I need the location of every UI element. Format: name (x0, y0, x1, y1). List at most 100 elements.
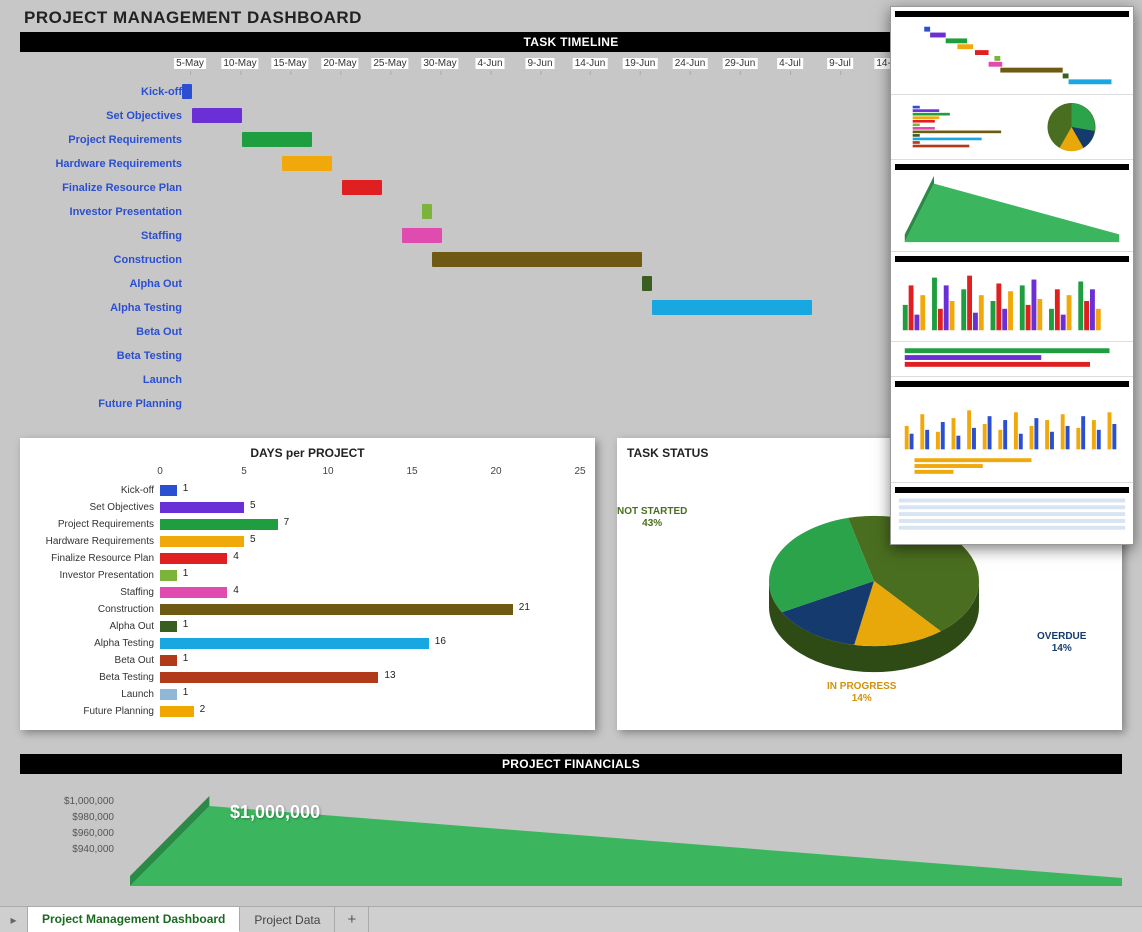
gantt-x-tick: 4-Jul (777, 58, 803, 69)
thumb-barcluster-1[interactable] (891, 251, 1133, 341)
days-bar (160, 587, 227, 598)
worksheet-tab[interactable]: Project Data (240, 907, 335, 932)
days-bar (160, 485, 177, 496)
gantt-bar (242, 132, 312, 147)
days-bar (160, 570, 177, 581)
worksheet-tab[interactable]: Project Management Dashboard (28, 907, 240, 932)
financials-y-tick: $980,000 (20, 812, 120, 828)
gantt-bar (192, 108, 242, 123)
days-row-label: Staffing (30, 587, 160, 598)
gantt-x-tick: 4-Jun (475, 58, 504, 69)
thumb-table[interactable] (891, 482, 1133, 544)
days-value-label: 1 (179, 483, 189, 494)
dashboard-thumbnail-strip[interactable] (890, 6, 1134, 545)
days-bar (160, 706, 194, 717)
days-row-label: Future Planning (30, 706, 160, 717)
thumb-timeline[interactable] (891, 7, 1133, 94)
days-row: Finalize Resource Plan4 (30, 550, 585, 567)
tab-add-button[interactable]: + (335, 907, 369, 932)
gantt-row-label: Hardware Requirements (20, 158, 190, 170)
gantt-x-tick: 30-May (421, 58, 458, 69)
days-value-label: 1 (179, 568, 189, 579)
gantt-x-tick: 19-Jun (623, 58, 658, 69)
days-bar (160, 638, 429, 649)
days-value-label: 7 (280, 517, 290, 528)
gantt-bar (342, 180, 382, 195)
days-chart-title: DAYS per PROJECT (30, 444, 585, 466)
gantt-x-tick: 24-Jun (673, 58, 708, 69)
gantt-x-tick: 15-May (271, 58, 308, 69)
days-row: Staffing4 (30, 584, 585, 601)
chevron-right-icon: ▸ (10, 913, 16, 927)
thumb-progressbars[interactable] (891, 341, 1133, 376)
gantt-x-tick: 14-Jun (573, 58, 608, 69)
gantt-row-label: Staffing (20, 230, 190, 242)
section-title-financials: PROJECT FINANCIALS (20, 754, 1122, 774)
thumb-financials[interactable] (891, 159, 1133, 251)
days-value-label: 1 (179, 687, 189, 698)
days-row-label: Investor Presentation (30, 570, 160, 581)
days-row-label: Beta Testing (30, 672, 160, 683)
days-bar (160, 655, 177, 666)
gantt-row-label: Kick-off (20, 86, 190, 98)
gantt-row-label: Construction (20, 254, 190, 266)
days-row: Alpha Out 1 (30, 618, 585, 635)
days-bar (160, 536, 244, 547)
gantt-bar (432, 252, 642, 267)
days-value-label: 5 (246, 534, 256, 545)
gantt-row-label: Future Planning (20, 398, 190, 410)
days-per-project-chart: DAYS per PROJECT 0510152025 Kick-off1Set… (20, 438, 595, 730)
days-bar (160, 519, 278, 530)
gantt-row-label: Beta Out (20, 326, 190, 338)
gantt-x-tick: 9-Jul (827, 58, 853, 69)
gantt-bar (282, 156, 332, 171)
days-row-label: Alpha Testing (30, 638, 160, 649)
gantt-row-label: Project Requirements (20, 134, 190, 146)
days-value-label: 5 (246, 500, 256, 511)
thumb-barcluster-2[interactable] (891, 376, 1133, 482)
days-value-label: 13 (380, 670, 395, 681)
gantt-bar (402, 228, 442, 243)
gantt-x-tick: 20-May (321, 58, 358, 69)
gantt-x-tick: 5-May (174, 58, 206, 69)
days-bar (160, 604, 513, 615)
gantt-row-label: Finalize Resource Plan (20, 182, 190, 194)
days-row: Hardware Requirements 5 (30, 533, 585, 550)
days-row: Future Planning2 (30, 703, 585, 720)
days-row: Construction21 (30, 601, 585, 618)
pie-label: IN PROGRESS14% (827, 681, 896, 705)
days-value-label: 1 (179, 619, 189, 630)
days-x-tick: 0 (157, 466, 163, 477)
gantt-row-label: Investor Presentation (20, 206, 190, 218)
days-row: Kick-off 1 (30, 482, 585, 499)
gantt-bar (652, 300, 812, 315)
days-row: Project Requirements7 (30, 516, 585, 533)
thumb-days-and-pie[interactable] (891, 94, 1133, 159)
days-value-label: 4 (229, 551, 239, 562)
days-row-label: Beta Out (30, 655, 160, 666)
days-row: Set Objectives5 (30, 499, 585, 516)
days-value-label: 1 (179, 653, 189, 664)
days-row-label: Launch (30, 689, 160, 700)
financials-y-tick: $1,000,000 (20, 796, 120, 812)
days-row-label: Hardware Requirements (30, 536, 160, 547)
tab-scroll-button[interactable]: ▸ (0, 907, 28, 932)
gantt-row-label: Beta Testing (20, 350, 190, 362)
financials-chart: $1,000,000$980,000$960,000$940,000 $1,00… (20, 796, 1122, 896)
days-row: Alpha Testing16 (30, 635, 585, 652)
pie-label: OVERDUE14% (1037, 631, 1086, 655)
days-row-label: Alpha Out (30, 621, 160, 632)
days-bar (160, 502, 244, 513)
days-row: Beta Testing 13 (30, 669, 585, 686)
gantt-bar (642, 276, 652, 291)
days-bar (160, 621, 177, 632)
pie-label: NOT STARTED43% (617, 506, 687, 530)
gantt-row-label: Launch (20, 374, 190, 386)
days-row-label: Kick-off (30, 485, 160, 496)
gantt-x-tick: 10-May (221, 58, 258, 69)
days-row: Investor Presentation 1 (30, 567, 585, 584)
financials-peak-label: $1,000,000 (230, 802, 320, 823)
financials-y-tick: $940,000 (20, 844, 120, 860)
days-x-tick: 5 (241, 466, 247, 477)
gantt-row-label: Alpha Testing (20, 302, 190, 314)
